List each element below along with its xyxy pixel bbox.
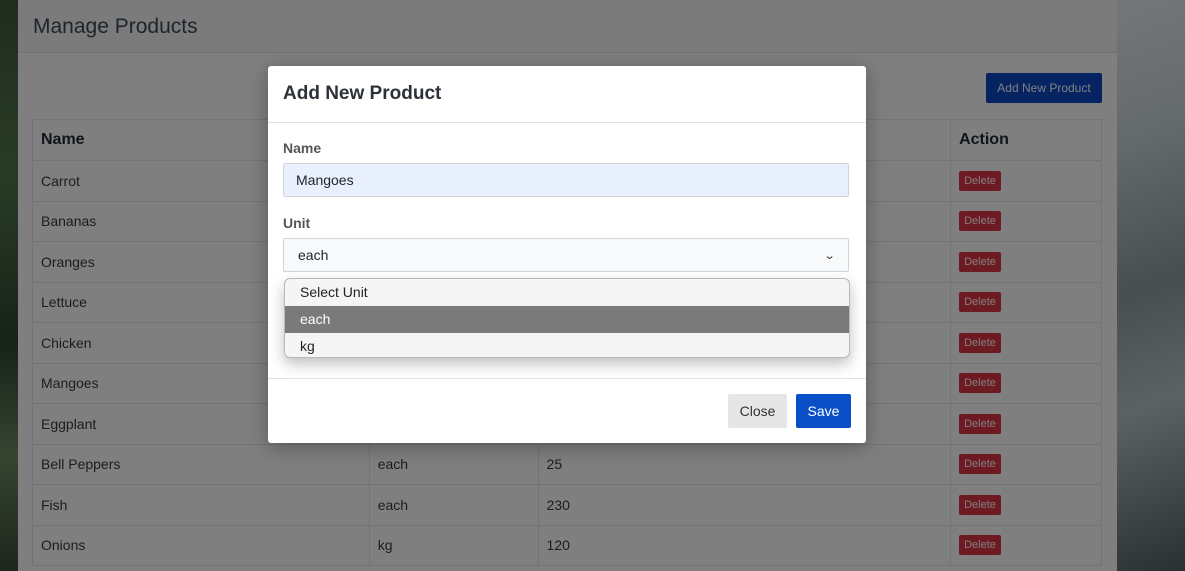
- name-label: Name: [283, 140, 322, 156]
- add-product-modal: Add New Product Name Unit each ⌄ Select …: [268, 66, 866, 443]
- unit-dropdown-list: Select Unit each kg: [284, 278, 850, 358]
- chevron-down-icon: ⌄: [823, 249, 836, 262]
- unit-select[interactable]: each ⌄: [283, 238, 849, 272]
- unit-option-kg[interactable]: kg: [285, 333, 849, 357]
- unit-option-select-unit[interactable]: Select Unit: [285, 279, 849, 306]
- product-name-input[interactable]: [283, 163, 849, 197]
- unit-option-each[interactable]: each: [285, 306, 849, 333]
- unit-select-value: each: [298, 247, 329, 263]
- close-button[interactable]: Close: [728, 394, 787, 428]
- modal-header-divider: [268, 122, 866, 123]
- modal-footer-divider: [268, 378, 866, 379]
- save-button[interactable]: Save: [796, 394, 851, 428]
- unit-label: Unit: [283, 215, 311, 231]
- modal-title: Add New Product: [283, 83, 442, 104]
